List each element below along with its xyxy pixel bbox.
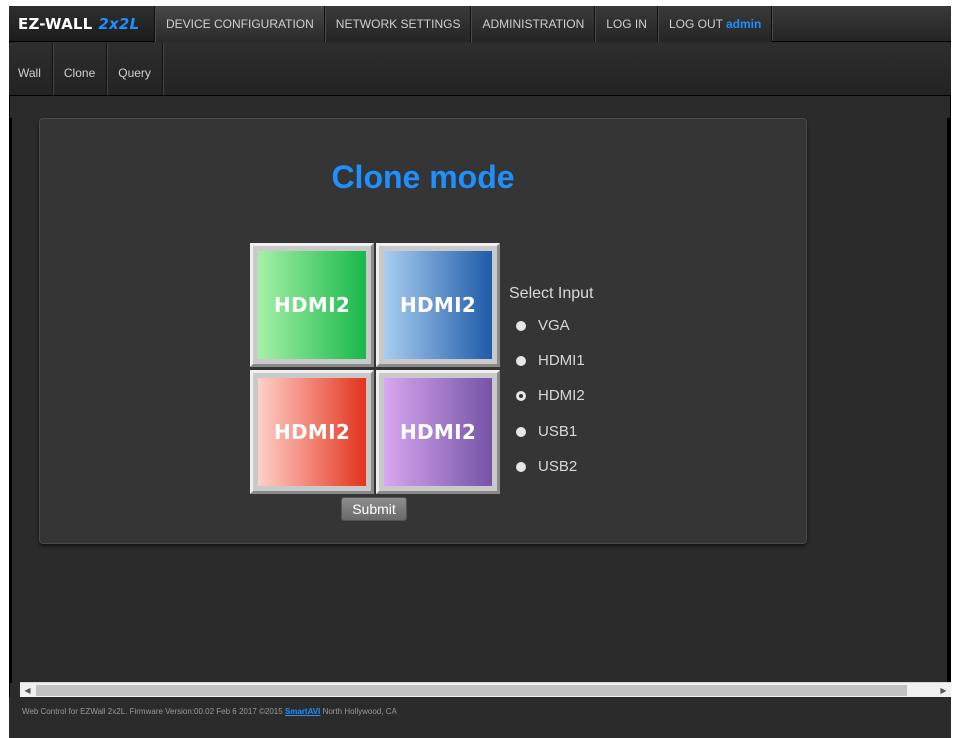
- brand-model: 2x2L: [98, 15, 140, 33]
- display-tile-bottom-right[interactable]: HDMI2: [376, 370, 500, 494]
- option-label: USB1: [538, 423, 578, 440]
- top-navigation: EZ-WALL 2x2L DEVICE CONFIGURATION NETWOR…: [9, 6, 951, 42]
- nav-log-out[interactable]: LOG OUT admin: [657, 6, 773, 42]
- radio-hdmi2[interactable]: [516, 390, 526, 401]
- horizontal-scrollbar[interactable]: ◀ ▶: [20, 682, 951, 697]
- option-label: VGA: [538, 317, 570, 334]
- subnav-clone[interactable]: Clone: [53, 43, 108, 95]
- radio-vga[interactable]: [516, 320, 526, 331]
- page-title: Clone mode: [331, 159, 515, 195]
- tile-label: HDMI2: [273, 293, 351, 317]
- select-input-label: Select Input: [509, 285, 594, 302]
- scroll-right-icon[interactable]: ▶: [936, 683, 951, 698]
- footer-text: Web Control for EZWall 2x2L. Firmware Ve…: [22, 707, 397, 716]
- nav-device-configuration[interactable]: DEVICE CONFIGURATION: [155, 6, 325, 42]
- tile-face: HDMI2: [258, 251, 366, 359]
- display-tile-top-right[interactable]: HDMI2: [376, 243, 500, 367]
- input-option-usb2[interactable]: USB2: [516, 458, 577, 475]
- radio-usb2[interactable]: [516, 461, 526, 472]
- input-option-usb1[interactable]: USB1: [516, 423, 577, 440]
- option-label: HDMI2: [538, 387, 585, 404]
- input-option-hdmi1[interactable]: HDMI1: [516, 352, 585, 369]
- tile-label: HDMI2: [399, 293, 477, 317]
- clone-panel: Clone mode HDMI2 HDMI2 HDMI2 HDMI2 Selec…: [39, 118, 807, 544]
- submit-button[interactable]: Submit: [341, 497, 407, 521]
- current-user: admin: [725, 17, 762, 31]
- option-label: HDMI1: [538, 352, 585, 369]
- scroll-left-icon[interactable]: ◀: [20, 683, 35, 698]
- nav-administration[interactable]: ADMINISTRATION: [471, 6, 596, 42]
- tile-face: HDMI2: [384, 378, 492, 486]
- nav-network-settings[interactable]: NETWORK SETTINGS: [324, 6, 472, 42]
- brand-name: EZ-WALL: [18, 15, 93, 33]
- input-option-vga[interactable]: VGA: [516, 317, 570, 334]
- tile-face: HDMI2: [384, 251, 492, 359]
- scrollbar-thumb[interactable]: [36, 685, 907, 696]
- brand-logo[interactable]: EZ-WALL 2x2L: [9, 6, 155, 42]
- tile-label: HDMI2: [399, 420, 477, 444]
- frame-edge-left: [9, 118, 12, 683]
- input-option-hdmi2[interactable]: HDMI2: [516, 387, 585, 404]
- subnav-wall[interactable]: Wall: [9, 43, 53, 95]
- nav-filler: [772, 6, 951, 41]
- radio-hdmi1[interactable]: [516, 355, 526, 366]
- subnav-query[interactable]: Query: [107, 43, 163, 95]
- display-tile-top-left[interactable]: HDMI2: [250, 243, 374, 367]
- option-label: USB2: [538, 458, 578, 475]
- footer-info: Web Control for EZWall 2x2L. Firmware Ve…: [22, 707, 285, 716]
- radio-usb1[interactable]: [516, 426, 526, 437]
- nav-log-in[interactable]: LOG IN: [595, 6, 658, 42]
- smartavi-link[interactable]: SmartAVI: [285, 707, 320, 716]
- sub-navigation: Wall Clone Query: [9, 43, 951, 96]
- footer-location: North Hollywood, CA: [320, 707, 397, 716]
- tile-label: HDMI2: [273, 420, 351, 444]
- footer: Web Control for EZWall 2x2L. Firmware Ve…: [9, 697, 951, 738]
- tile-face: HDMI2: [258, 378, 366, 486]
- display-tile-bottom-left[interactable]: HDMI2: [250, 370, 374, 494]
- log-out-label: LOG OUT: [668, 17, 723, 31]
- frame-edge-right: [947, 118, 951, 683]
